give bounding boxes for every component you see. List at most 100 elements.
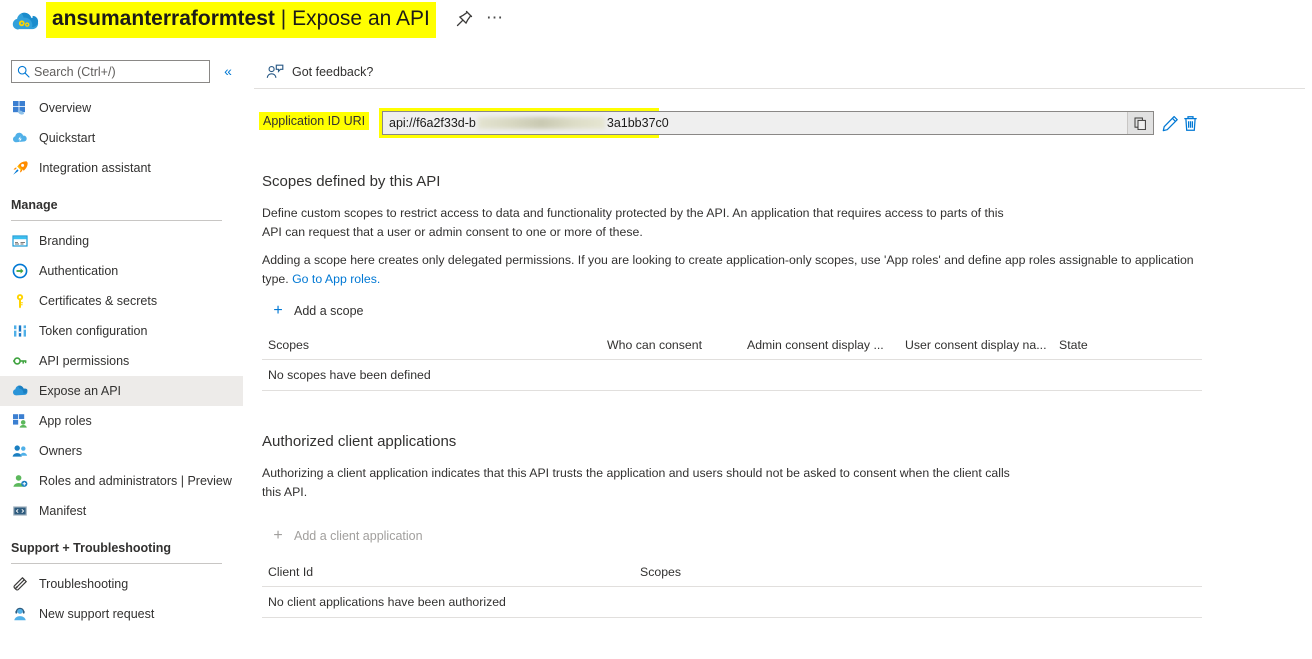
search-icon	[12, 65, 34, 78]
collapse-sidebar-button[interactable]: «	[219, 63, 237, 81]
scopes-table-divider-bottom	[262, 390, 1202, 391]
scopes-paragraph-2-text: Adding a scope here creates only delegat…	[262, 253, 1194, 286]
page-title-separator: |	[280, 7, 287, 30]
scopes-table: Scopes Who can consent Admin consent dis…	[262, 333, 1202, 391]
clients-col-client-id: Client Id	[268, 565, 314, 579]
sidebar-item-manifest[interactable]: Manifest	[0, 496, 243, 526]
pencil-edit-icon[interactable]	[1161, 114, 1181, 134]
sidebar-item-label: Owners	[39, 444, 83, 458]
api-permissions-icon	[11, 353, 28, 370]
search-box[interactable]	[11, 60, 210, 83]
sidebar-item-label: Overview	[39, 101, 92, 115]
sidebar-item-label: New support request	[39, 607, 155, 621]
sidebar-item-new-support-request[interactable]: New support request	[0, 599, 243, 629]
sidebar-item-label: Manifest	[39, 504, 87, 518]
manifest-code-icon	[11, 503, 28, 520]
sidebar-item-authentication[interactable]: Authentication	[0, 256, 243, 286]
authentication-icon	[11, 263, 28, 280]
sidebar-item-owners[interactable]: Owners	[0, 436, 243, 466]
copy-icon[interactable]	[1127, 112, 1153, 134]
page-title-resource: ansumanterraformtest	[52, 7, 275, 30]
sidebar-item-label: API permissions	[39, 354, 130, 368]
add-a-scope-label: Add a scope	[294, 304, 364, 318]
scopes-paragraph-2: Adding a scope here creates only delegat…	[262, 251, 1202, 289]
sidebar-item-quickstart[interactable]: Quickstart	[0, 123, 243, 153]
add-a-client-application-button[interactable]: + Add a client application	[270, 527, 423, 544]
ellipsis-icon[interactable]: ⋯	[484, 8, 506, 30]
application-id-uri-prefix: api://f6a2f33d-b	[389, 116, 476, 130]
app-registration-cloud-gear-icon	[11, 9, 41, 35]
trash-delete-icon[interactable]	[1181, 114, 1201, 134]
sidebar-item-label: Troubleshooting	[39, 577, 129, 591]
sidebar-item-label: App roles	[39, 414, 92, 428]
sidebar-item-label: Roles and administrators | Preview	[39, 474, 232, 488]
scopes-col-admin-consent: Admin consent display ...	[747, 338, 884, 352]
expose-api-cloud-icon	[11, 383, 28, 400]
got-feedback-label: Got feedback?	[292, 64, 374, 79]
sidebar-item-label: Token configuration	[39, 324, 148, 338]
sidebar-item-label: Integration assistant	[39, 161, 151, 175]
add-a-scope-button[interactable]: + Add a scope	[270, 302, 364, 319]
authorized-clients-divider-bottom	[262, 617, 1202, 618]
rocket-icon	[11, 160, 28, 177]
authorized-clients-table: Client Id Scopes No client applications …	[262, 560, 1202, 618]
sidebar-item-label: Certificates & secrets	[39, 294, 158, 308]
got-feedback-button[interactable]: Got feedback?	[266, 64, 373, 80]
sidebar-item-api-permissions[interactable]: API permissions	[0, 346, 243, 376]
feedback-person-icon	[266, 64, 284, 80]
plus-icon: +	[273, 302, 283, 319]
owners-people-icon	[11, 443, 28, 460]
authorized-clients-paragraph: Authorizing a client application indicat…	[262, 466, 1010, 499]
pin-icon[interactable]	[453, 8, 475, 30]
application-id-uri-suffix: 3a1bb37c0	[606, 116, 669, 130]
sidebar-item-branding[interactable]: Branding	[0, 226, 243, 256]
scopes-empty-row: No scopes have been defined	[262, 360, 1202, 390]
application-id-uri-row: Application ID URI api://f6a2f33d-b 3a1b…	[243, 108, 1312, 138]
overview-grid-icon	[11, 100, 28, 117]
command-bar: Got feedback?	[243, 55, 1312, 88]
scopes-empty-message: No scopes have been defined	[268, 368, 431, 382]
branding-icon	[11, 233, 28, 250]
authorized-clients-empty-message: No client applications have been authori…	[268, 595, 506, 609]
sidebar-group-header-support: Support + Troubleshooting	[11, 541, 172, 555]
sidebar-group-divider	[11, 563, 222, 564]
sidebar-item-label: Branding	[39, 234, 90, 248]
authorized-clients-empty-row: No client applications have been authori…	[262, 587, 1202, 617]
application-id-uri-value: api://f6a2f33d-b 3a1bb37c0	[383, 116, 1127, 130]
add-a-client-application-label: Add a client application	[294, 529, 423, 543]
page-title-blade: Expose an API	[292, 7, 430, 30]
command-bar-divider	[254, 88, 1305, 89]
sidebar-item-label: Expose an API	[39, 384, 122, 398]
sidebar-item-roles-and-administrators[interactable]: Roles and administrators | Preview	[0, 466, 243, 496]
authorized-clients-table-header: Client Id Scopes	[262, 560, 1202, 586]
authorized-clients-section-title: Authorized client applications	[262, 433, 457, 450]
roles-admin-icon	[11, 473, 28, 490]
sidebar: « Overview	[0, 55, 243, 659]
sidebar-nav: Overview Quickstart Integration assistan…	[0, 93, 243, 629]
azure-portal-blade: ansumanterraformtest | Expose an API ⋯ S…	[0, 0, 1312, 659]
application-id-uri-redacted-region	[477, 117, 605, 129]
support-agent-icon	[11, 606, 28, 623]
search-input[interactable]	[34, 64, 209, 79]
blade-content: Got feedback? Application ID URI api://f…	[243, 55, 1312, 659]
scopes-paragraph-1: Define custom scopes to restrict access …	[262, 206, 1004, 239]
sidebar-item-expose-an-api[interactable]: Expose an API	[0, 376, 243, 406]
sidebar-item-app-roles[interactable]: App roles	[0, 406, 243, 436]
go-to-app-roles-link[interactable]: Go to App roles.	[292, 272, 380, 286]
sidebar-item-certificates-secrets[interactable]: Certificates & secrets	[0, 286, 243, 316]
clients-col-scopes: Scopes	[640, 565, 682, 579]
scopes-col-scopes: Scopes	[268, 338, 310, 352]
application-id-uri-field[interactable]: api://f6a2f33d-b 3a1bb37c0	[382, 111, 1154, 135]
scopes-table-header: Scopes Who can consent Admin consent dis…	[262, 333, 1202, 359]
plus-icon: +	[273, 527, 283, 544]
sidebar-item-integration-assistant[interactable]: Integration assistant	[0, 153, 243, 183]
sidebar-group-divider	[11, 220, 222, 221]
sidebar-item-overview[interactable]: Overview	[0, 93, 243, 123]
sidebar-item-troubleshooting[interactable]: Troubleshooting	[0, 569, 243, 599]
sidebar-item-label: Authentication	[39, 264, 119, 278]
wrench-troubleshoot-icon	[11, 576, 28, 593]
sidebar-item-token-configuration[interactable]: Token configuration	[0, 316, 243, 346]
scopes-section-title: Scopes defined by this API	[262, 173, 441, 190]
key-icon	[11, 293, 28, 310]
sidebar-group-header-manage: Manage	[11, 198, 58, 212]
